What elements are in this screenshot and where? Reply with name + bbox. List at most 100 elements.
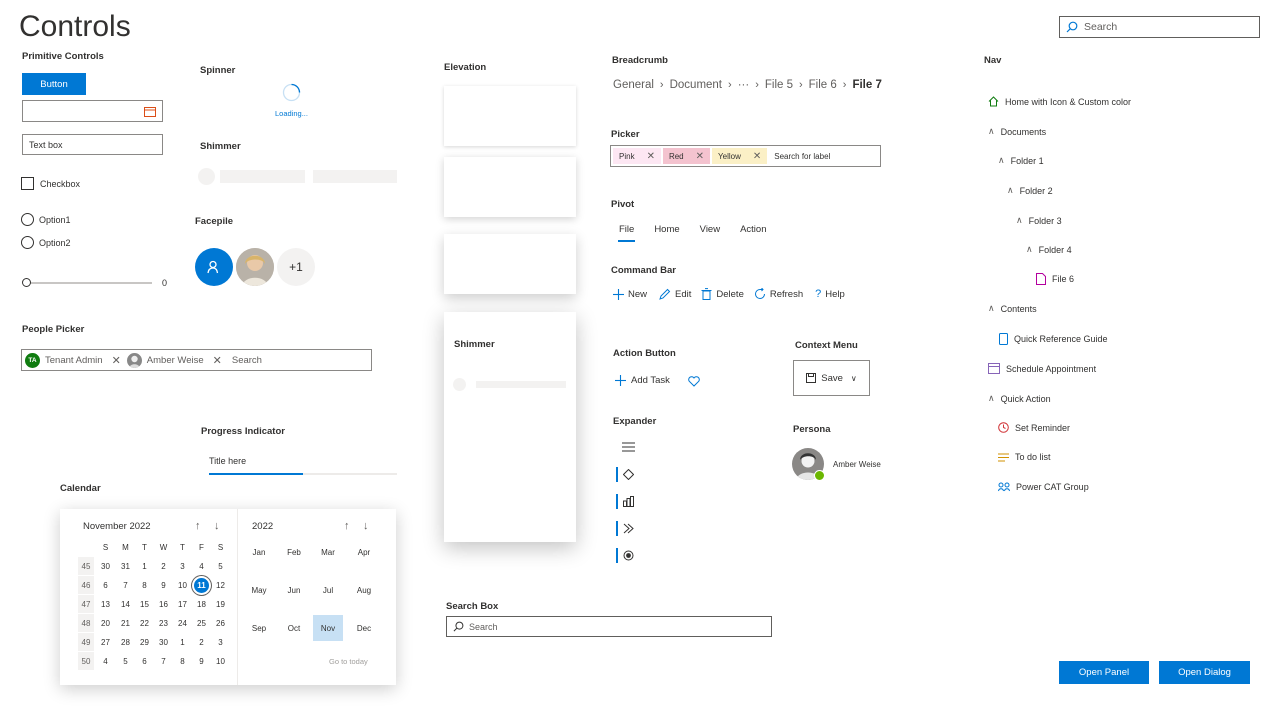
calendar-month[interactable]: Sep bbox=[244, 615, 274, 641]
remove-icon[interactable]: ✕ bbox=[696, 151, 704, 162]
remove-icon[interactable]: ✕ bbox=[112, 354, 121, 367]
calendar-day[interactable]: 27 bbox=[96, 633, 115, 651]
tag-picker[interactable]: Pink ✕ Red ✕ Yellow ✕ Search for label bbox=[610, 145, 881, 167]
calendar-day[interactable]: 25 bbox=[192, 614, 211, 632]
calendar-day[interactable]: 7 bbox=[116, 576, 135, 594]
calendar-day[interactable]: 8 bbox=[135, 576, 154, 594]
breadcrumb-item[interactable]: Document bbox=[670, 79, 722, 91]
tab-home[interactable]: Home bbox=[654, 224, 679, 235]
facepile-overflow[interactable]: +1 bbox=[277, 248, 315, 286]
help-button[interactable]: ? Help bbox=[815, 288, 845, 300]
expander-item[interactable] bbox=[616, 548, 634, 563]
expander-item[interactable] bbox=[616, 467, 634, 482]
top-search-box[interactable]: Search bbox=[1059, 16, 1260, 38]
next-year-arrow-icon[interactable]: ↓ bbox=[363, 520, 369, 532]
calendar-day[interactable]: 28 bbox=[116, 633, 135, 651]
radio-circle[interactable] bbox=[21, 213, 34, 226]
date-picker-field[interactable] bbox=[22, 100, 163, 122]
tab-action[interactable]: Action bbox=[740, 224, 766, 235]
calendar-day[interactable]: 1 bbox=[135, 557, 154, 575]
calendar-day-selected[interactable]: 11 bbox=[194, 577, 209, 593]
radio-option-1[interactable]: Option1 bbox=[21, 213, 71, 226]
breadcrumb-item[interactable]: General bbox=[613, 79, 654, 91]
calendar-day[interactable]: 29 bbox=[135, 633, 154, 651]
calendar-day[interactable]: 9 bbox=[154, 576, 173, 594]
picker-input[interactable]: Search for label bbox=[774, 152, 830, 161]
calendar-day[interactable]: 9 bbox=[192, 652, 211, 670]
remove-icon[interactable]: ✕ bbox=[753, 151, 761, 162]
delete-button[interactable]: Delete bbox=[701, 288, 744, 300]
calendar-day[interactable]: 10 bbox=[211, 652, 230, 670]
calendar-day[interactable]: 17 bbox=[173, 595, 192, 613]
calendar-day[interactable]: 26 bbox=[211, 614, 230, 632]
nav-item-home[interactable]: Home with Icon & Custom color bbox=[988, 96, 1131, 107]
calendar-month[interactable]: Jul bbox=[313, 577, 343, 603]
picker-tag[interactable]: Red ✕ bbox=[662, 148, 711, 164]
chevron-up-icon[interactable]: ∧ bbox=[988, 303, 995, 314]
checkbox[interactable]: Checkbox bbox=[21, 177, 80, 190]
calendar-month[interactable]: Jun bbox=[279, 577, 309, 603]
calendar-day[interactable]: 6 bbox=[96, 576, 115, 594]
calendar-day[interactable]: 8 bbox=[173, 652, 192, 670]
calendar-month-selected[interactable]: Nov bbox=[313, 615, 343, 641]
calendar-month[interactable]: Feb bbox=[279, 539, 309, 565]
calendar-day[interactable]: 23 bbox=[154, 614, 173, 632]
remove-icon[interactable]: ✕ bbox=[647, 151, 655, 162]
next-month-arrow-icon[interactable]: ↓ bbox=[214, 520, 220, 532]
nav-item-folder-2[interactable]: ∧ Folder 2 bbox=[1007, 185, 1053, 196]
nav-item-folder-1[interactable]: ∧ Folder 1 bbox=[998, 155, 1044, 166]
slider-track[interactable] bbox=[26, 282, 152, 284]
checkbox-box[interactable] bbox=[21, 177, 34, 190]
context-menu-button[interactable]: Save ∨ bbox=[793, 360, 870, 396]
nav-item-folder-3[interactable]: ∧ Folder 3 bbox=[1016, 215, 1062, 226]
add-task-button[interactable]: Add Task bbox=[615, 375, 670, 386]
prev-month-arrow-icon[interactable]: ↑ bbox=[195, 520, 201, 532]
calendar-month[interactable]: Dec bbox=[349, 615, 379, 641]
calendar-day[interactable]: 5 bbox=[211, 557, 230, 575]
breadcrumb-item[interactable]: File 6 bbox=[809, 79, 837, 91]
calendar-year-label[interactable]: 2022 bbox=[252, 521, 273, 532]
picker-tag[interactable]: Yellow ✕ bbox=[712, 148, 768, 164]
people-picker-box[interactable]: TA Tenant Admin ✕ Amber Weise ✕ Search bbox=[21, 349, 372, 371]
persona-chip[interactable]: Amber Weise ✕ bbox=[126, 352, 222, 368]
calendar-day[interactable]: 18 bbox=[192, 595, 211, 613]
nav-item-to-do-list[interactable]: To do list bbox=[998, 452, 1051, 462]
picker-tag[interactable]: Pink ✕ bbox=[613, 148, 661, 164]
search-box[interactable]: Search bbox=[446, 616, 772, 637]
calendar-day[interactable]: 4 bbox=[192, 557, 211, 575]
open-dialog-button[interactable]: Open Dialog bbox=[1159, 661, 1250, 684]
calendar-day[interactable]: 6 bbox=[135, 652, 154, 670]
people-picker-input[interactable]: Search bbox=[232, 355, 262, 366]
chevron-up-icon[interactable]: ∧ bbox=[1016, 215, 1023, 226]
nav-item-documents[interactable]: ∧ Documents bbox=[988, 126, 1046, 137]
open-panel-button[interactable]: Open Panel bbox=[1059, 661, 1149, 684]
calendar-day[interactable]: 30 bbox=[96, 557, 115, 575]
nav-item-folder-4[interactable]: ∧ Folder 4 bbox=[1026, 244, 1072, 255]
calendar-day[interactable]: 20 bbox=[96, 614, 115, 632]
calendar-day[interactable]: 3 bbox=[173, 557, 192, 575]
calendar-day[interactable]: 14 bbox=[116, 595, 135, 613]
calendar-day[interactable]: 16 bbox=[154, 595, 173, 613]
tab-view[interactable]: View bbox=[700, 224, 720, 235]
calendar-day[interactable]: 1 bbox=[173, 633, 192, 651]
calendar-month[interactable]: Apr bbox=[349, 539, 379, 565]
calendar-day[interactable]: 2 bbox=[154, 557, 173, 575]
nav-item-quick-action[interactable]: ∧ Quick Action bbox=[988, 393, 1051, 404]
nav-item-contents[interactable]: ∧ Contents bbox=[988, 303, 1037, 314]
nav-item-schedule-appointment[interactable]: Schedule Appointment bbox=[988, 363, 1096, 374]
edit-button[interactable]: Edit bbox=[659, 288, 691, 300]
primary-button[interactable]: Button bbox=[22, 73, 86, 95]
refresh-button[interactable]: Refresh bbox=[754, 288, 803, 300]
nav-item-set-reminder[interactable]: Set Reminder bbox=[998, 422, 1070, 433]
go-to-today-link[interactable]: Go to today bbox=[329, 657, 368, 666]
calendar-day[interactable]: 22 bbox=[135, 614, 154, 632]
calendar-day[interactable]: 12 bbox=[211, 576, 230, 594]
nav-item-power-cat-group[interactable]: Power CAT Group bbox=[998, 482, 1089, 492]
prev-year-arrow-icon[interactable]: ↑ bbox=[344, 520, 350, 532]
calendar-day[interactable]: 10 bbox=[173, 576, 192, 594]
slider[interactable] bbox=[22, 277, 152, 289]
tab-file[interactable]: File bbox=[618, 224, 636, 242]
expander-item[interactable] bbox=[616, 494, 634, 509]
calendar-month[interactable]: Oct bbox=[279, 615, 309, 641]
calendar-day[interactable]: 24 bbox=[173, 614, 192, 632]
